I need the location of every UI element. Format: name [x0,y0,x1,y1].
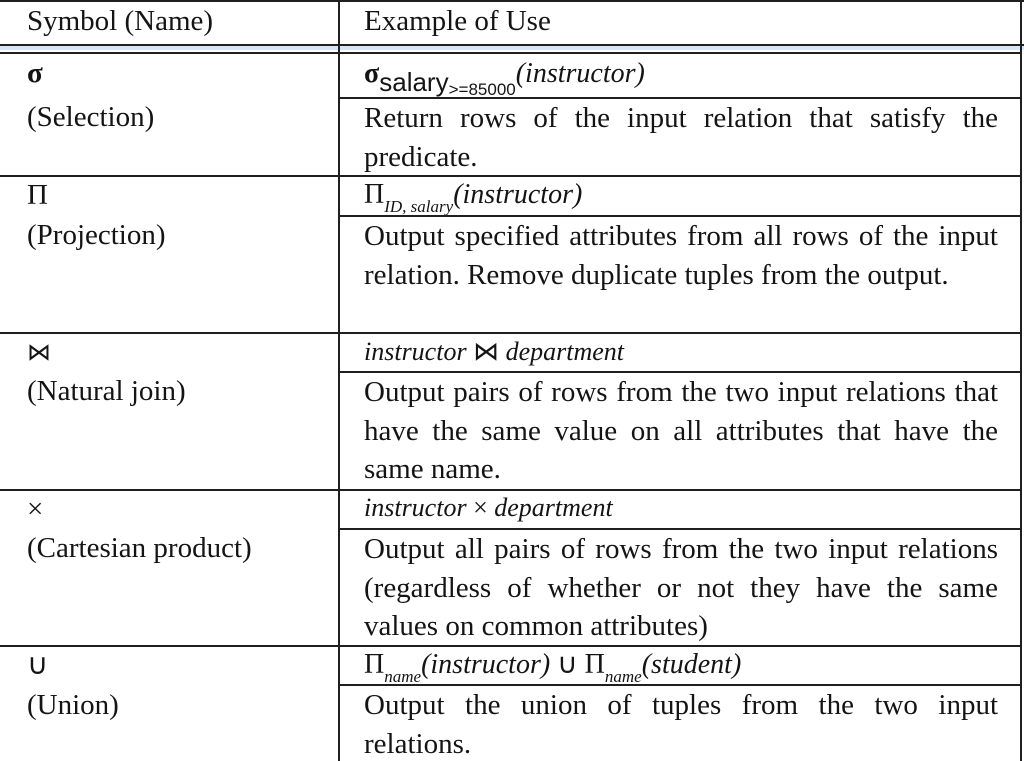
cartesian-product-example: instructor × department [364,493,613,522]
projection-description: Output specified attributes from all row… [364,220,998,291]
natural-join-example: instructor ⋈ department [364,337,624,366]
union-description: Output the union of tuples from the two … [364,689,998,760]
natural-join-name: (Natural join) [27,375,186,407]
projection-symbol: Π [27,179,48,211]
cartesian-product-description: Output all pairs of rows from the two in… [364,533,998,642]
selection-name: (Selection) [27,101,155,133]
union-name: (Union) [27,689,119,721]
cartesian-product-symbol: × [27,493,44,525]
table-top-border [0,0,1024,2]
selection-description: Return rows of the input relation that s… [364,102,998,173]
selection-example: σsalary>=85000(instructor) [364,58,645,99]
projection-example: ΠID, salary(instructor) [364,179,583,216]
projection-name: (Projection) [27,219,166,251]
row-border [0,332,1022,334]
row-border [0,52,1022,54]
natural-join-symbol: ⋈ [27,340,51,366]
union-symbol: ∪ [27,649,49,681]
union-example: Πname(instructor) ∪ Πname(student) [364,649,742,686]
natural-join-description: Output pairs of rows from the two input … [364,376,998,485]
selection-symbol: σ [27,57,43,89]
header-symbol-name: Symbol (Name) [27,5,214,37]
cartesian-product-name: (Cartesian product) [27,532,252,564]
header-example-of-use: Example of Use [364,5,551,37]
header-separator [0,44,1024,50]
